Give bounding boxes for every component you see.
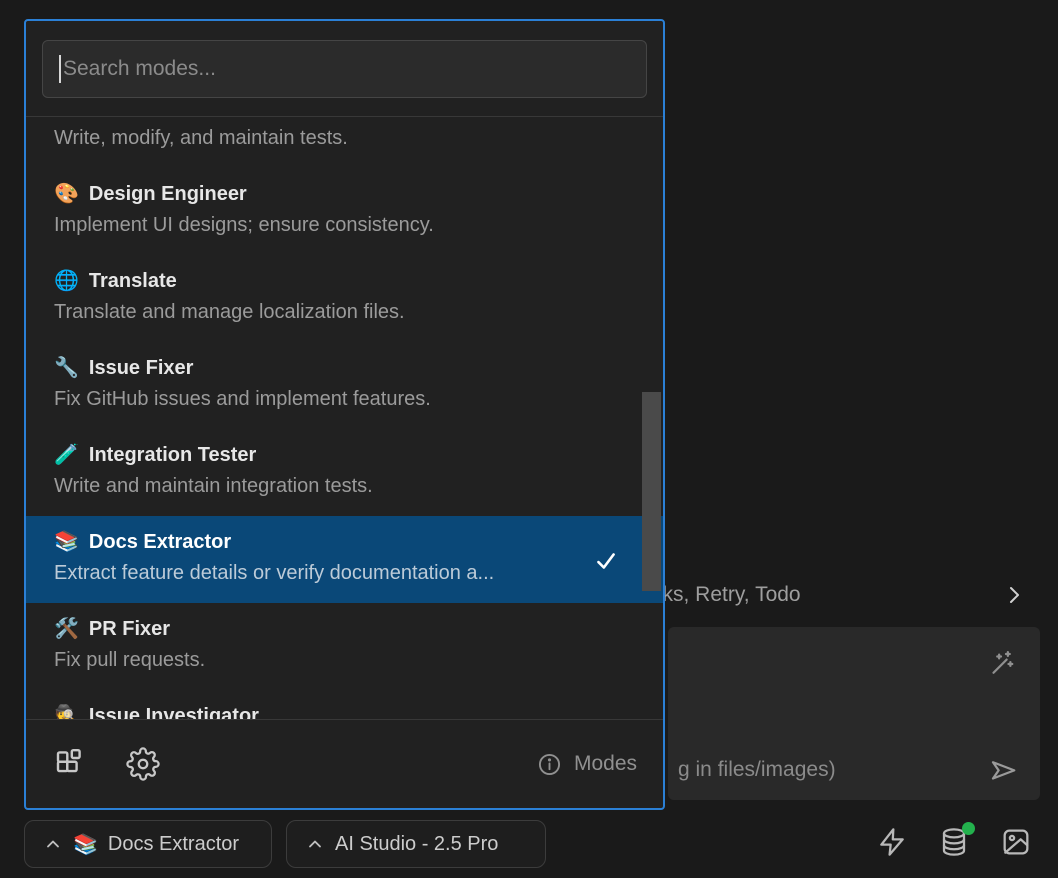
detective-icon: 🕵️ bbox=[54, 703, 79, 719]
gear-icon[interactable] bbox=[126, 747, 160, 781]
mode-description: Implement UI designs; ensure consistency… bbox=[54, 212, 635, 239]
mode-item-test-engineer[interactable]: 🧪 Write, modify, and maintain tests. bbox=[26, 117, 663, 168]
mode-title: 🎨 Design Engineer bbox=[54, 181, 635, 208]
mode-name: Docs Extractor bbox=[89, 529, 231, 556]
test-tube-icon: 🧪 bbox=[54, 117, 79, 121]
model-selector-label: AI Studio - 2.5 Pro bbox=[335, 833, 498, 856]
books-icon: 📚 bbox=[73, 832, 98, 857]
mode-selector-label: Docs Extractor bbox=[108, 833, 239, 856]
mode-name: Design Engineer bbox=[89, 181, 247, 208]
mode-title: 🕵️ Issue Investigator bbox=[54, 703, 635, 719]
mode-name: Issue Investigator bbox=[89, 703, 259, 719]
mode-list: 🧪 Write, modify, and maintain tests. 🎨 D… bbox=[26, 117, 663, 719]
mode-picker-footer: Modes bbox=[26, 719, 663, 808]
mode-description: Fix GitHub issues and implement features… bbox=[54, 386, 635, 413]
globe-icon: 🌐 bbox=[54, 268, 79, 295]
mode-title: 🧪 bbox=[54, 117, 635, 121]
mode-title: 🌐 Translate bbox=[54, 268, 635, 295]
search-input[interactable]: Search modes... bbox=[42, 40, 647, 98]
mode-item-design-engineer[interactable]: 🎨 Design Engineer Implement UI designs; … bbox=[26, 168, 663, 255]
mode-title: 🛠️ PR Fixer bbox=[54, 616, 635, 643]
chat-input-placeholder: g in files/images) bbox=[678, 758, 836, 782]
mode-selector-button[interactable]: 📚 Docs Extractor bbox=[24, 820, 272, 868]
mode-description: Write, modify, and maintain tests. bbox=[54, 125, 635, 152]
modes-info-group: Modes bbox=[537, 752, 637, 777]
mode-item-translate[interactable]: 🌐 Translate Translate and manage localiz… bbox=[26, 255, 663, 342]
mode-item-pr-fixer[interactable]: 🛠️ PR Fixer Fix pull requests. bbox=[26, 603, 663, 690]
image-icon[interactable] bbox=[1000, 826, 1032, 858]
task-header-row: sks, Retry, Todo bbox=[652, 580, 1034, 610]
text-caret bbox=[59, 55, 61, 83]
marketplace-icon[interactable] bbox=[52, 746, 88, 782]
mode-description: Translate and manage localization files. bbox=[54, 299, 635, 326]
mode-title: 🔧 Issue Fixer bbox=[54, 355, 635, 382]
mode-description: Write and maintain integration tests. bbox=[54, 473, 635, 500]
search-placeholder: Search modes... bbox=[63, 57, 216, 81]
chat-input-box[interactable]: g in files/images) bbox=[668, 627, 1040, 800]
chevron-right-icon[interactable] bbox=[1002, 583, 1026, 607]
model-selector-button[interactable]: AI Studio - 2.5 Pro bbox=[286, 820, 546, 868]
mode-item-issue-fixer[interactable]: 🔧 Issue Fixer Fix GitHub issues and impl… bbox=[26, 342, 663, 429]
lightning-icon[interactable] bbox=[876, 826, 908, 858]
check-icon bbox=[593, 548, 619, 574]
mode-picker-popup: Search modes... 🧪 Write, modify, and mai… bbox=[24, 19, 665, 810]
mode-name: Issue Fixer bbox=[89, 355, 194, 382]
test-tube-icon: 🧪 bbox=[54, 442, 79, 469]
scrollbar-thumb[interactable] bbox=[642, 392, 661, 591]
database-icon[interactable] bbox=[938, 826, 970, 858]
chevron-up-icon bbox=[43, 834, 63, 854]
hammer-wrench-icon: 🛠️ bbox=[54, 616, 79, 643]
enhance-prompt-wand-icon[interactable] bbox=[986, 649, 1016, 679]
mode-description: Fix pull requests. bbox=[54, 647, 635, 674]
send-icon[interactable] bbox=[988, 756, 1018, 786]
books-icon: 📚 bbox=[54, 529, 79, 556]
mode-title: 🧪 Integration Tester bbox=[54, 442, 635, 469]
task-header-text: sks, Retry, Todo bbox=[652, 583, 1002, 607]
chevron-up-icon bbox=[305, 834, 325, 854]
bottom-bar-icons bbox=[876, 826, 1032, 858]
mode-name: PR Fixer bbox=[89, 616, 170, 643]
mode-title: 📚 Docs Extractor bbox=[54, 529, 635, 556]
mode-item-docs-extractor[interactable]: 📚 Docs Extractor Extract feature details… bbox=[26, 516, 663, 603]
modes-label: Modes bbox=[574, 752, 637, 776]
mode-item-integration-tester[interactable]: 🧪 Integration Tester Write and maintain … bbox=[26, 429, 663, 516]
bottom-bar: 📚 Docs Extractor AI Studio - 2.5 Pro bbox=[0, 818, 1058, 870]
status-green-dot bbox=[962, 822, 975, 835]
palette-icon: 🎨 bbox=[54, 181, 79, 208]
wrench-icon: 🔧 bbox=[54, 355, 79, 382]
info-icon[interactable] bbox=[537, 752, 562, 777]
mode-item-issue-investigator[interactable]: 🕵️ Issue Investigator bbox=[26, 690, 663, 719]
search-section: Search modes... bbox=[26, 21, 663, 116]
mode-name: Translate bbox=[89, 268, 177, 295]
mode-name: Integration Tester bbox=[89, 442, 256, 469]
mode-description: Extract feature details or verify docume… bbox=[54, 560, 635, 587]
